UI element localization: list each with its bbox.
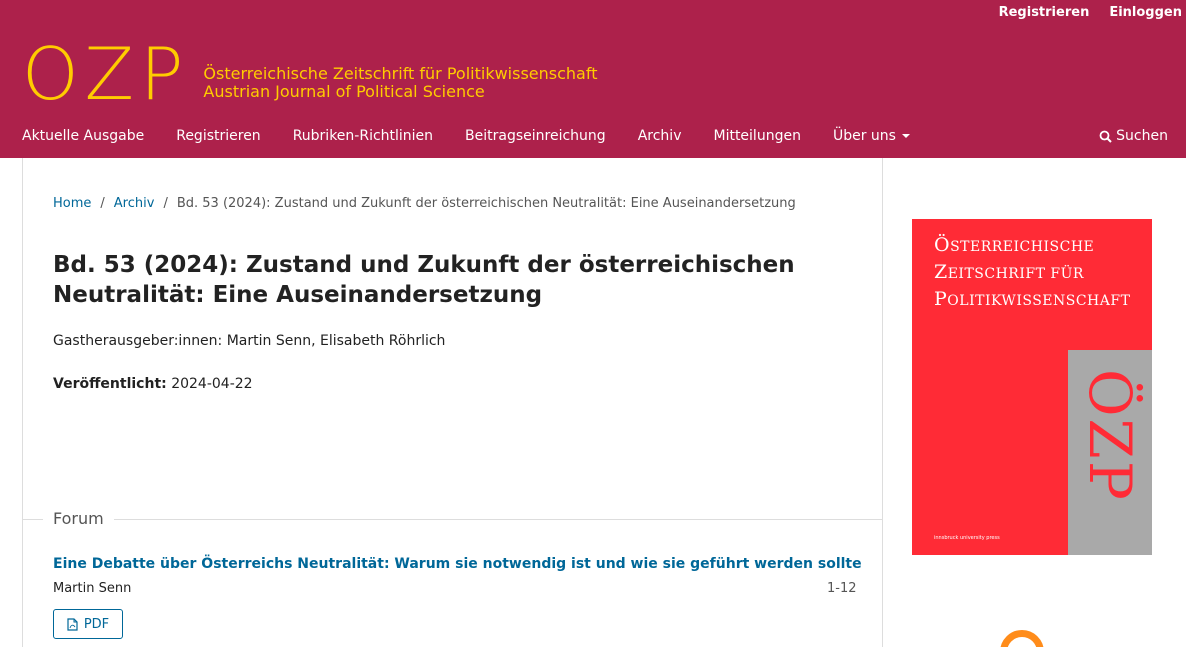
file-pdf-icon (67, 617, 78, 631)
main-content: Home / Archiv / Bd. 53 (2024): Zustand und Z… (22, 158, 883, 647)
search-label: Suchen (1116, 128, 1168, 144)
nav-submissions[interactable]: Beitragseinreichung (465, 128, 606, 144)
issue-published: Veröffentlicht: 2024-04-22 (53, 376, 253, 392)
nav-register[interactable]: Registrieren (176, 128, 260, 144)
cover-title-line-1: ÖSTERREICHISCHE (934, 233, 1130, 260)
breadcrumb-separator: / (100, 196, 105, 211)
nav-about[interactable]: Über uns (833, 128, 910, 144)
cover-cap: Ö (934, 234, 951, 256)
open-access-logo-partial (1000, 630, 1044, 647)
article-author: Martin Senn (53, 581, 132, 596)
cover-text: STERREICHISCHE (950, 239, 1095, 255)
caret-down-icon (901, 134, 910, 138)
nav-section-policies[interactable]: Rubriken-Richtlinien (293, 128, 433, 144)
login-link[interactable]: Einloggen (1105, 5, 1186, 20)
site-logo[interactable]: OZP Österreichische Zeitschrift für Poli… (22, 38, 597, 110)
nav-about-label: Über uns (832, 128, 896, 144)
breadcrumb-separator: / (163, 196, 168, 211)
cover-title-line-2: ZEITSCHRIFT FÜR (934, 260, 1130, 287)
register-link[interactable]: Registrieren (995, 5, 1094, 20)
nav-archive[interactable]: Archiv (638, 128, 682, 144)
published-label: Veröffentlicht: (53, 376, 167, 392)
page-title: Bd. 53 (2024): Zustand und Zukunft der ö… (53, 252, 795, 308)
search-icon (1099, 130, 1112, 143)
journal-name-en: Austrian Journal of Political Science (203, 82, 485, 101)
article-title-link[interactable]: Eine Debatte über Österreichs Neutralitä… (53, 556, 862, 572)
logo-mark: OZP (22, 32, 190, 116)
breadcrumb: Home / Archiv / Bd. 53 (2024): Zustand und Z… (53, 196, 796, 211)
issue-cover-image[interactable]: ÖSTERREICHISCHE ZEITSCHRIFT FÜR POLITIKW… (912, 219, 1152, 555)
section-title: Forum (43, 509, 114, 528)
cover-logo-text: ÖZP (1076, 369, 1144, 502)
breadcrumb-home[interactable]: Home (53, 196, 91, 211)
nav-current-issue[interactable]: Aktuelle Ausgabe (22, 128, 144, 144)
search-button[interactable]: Suchen (1099, 128, 1168, 144)
section-divider (23, 519, 883, 520)
sidebar: ÖSTERREICHISCHE ZEITSCHRIFT FÜR POLITIKW… (883, 158, 1186, 647)
cover-logo: ÖZP (1076, 369, 1148, 539)
logo-text: Österreichische Zeitschrift für Politikw… (203, 65, 597, 101)
cover-text: OLITIKWISSENSCHAFT (947, 293, 1131, 309)
site-header: Registrieren Einloggen OZP Österreichisc… (0, 0, 1186, 158)
cover-title-line-3: POLITIKWISSENSCHAFT (934, 287, 1130, 314)
user-nav: Registrieren Einloggen (983, 5, 1186, 20)
journal-name-de: Österreichische Zeitschrift für Politikw… (203, 64, 598, 83)
nav-announcements[interactable]: Mitteilungen (713, 128, 800, 144)
cover-cap: Z (934, 261, 948, 283)
cover-publisher: innsbruck university press (934, 535, 1000, 541)
issue-editors: Gastherausgeber:innen: Martin Senn, Elis… (53, 333, 446, 349)
primary-nav: Aktuelle Ausgabe Registrieren Rubriken-R… (22, 128, 942, 144)
cover-cap: P (934, 288, 948, 310)
pdf-label: PDF (83, 616, 110, 632)
pdf-button[interactable]: PDF (53, 609, 123, 639)
article-pages: 1-12 (827, 581, 857, 596)
cover-text: EITSCHRIFT FÜR (947, 266, 1084, 282)
published-date: 2024-04-22 (171, 376, 253, 392)
cover-title: ÖSTERREICHISCHE ZEITSCHRIFT FÜR POLITIKW… (934, 233, 1130, 314)
breadcrumb-current: Bd. 53 (2024): Zustand und Zukunft der ö… (176, 196, 796, 211)
breadcrumb-archive[interactable]: Archiv (114, 196, 155, 211)
